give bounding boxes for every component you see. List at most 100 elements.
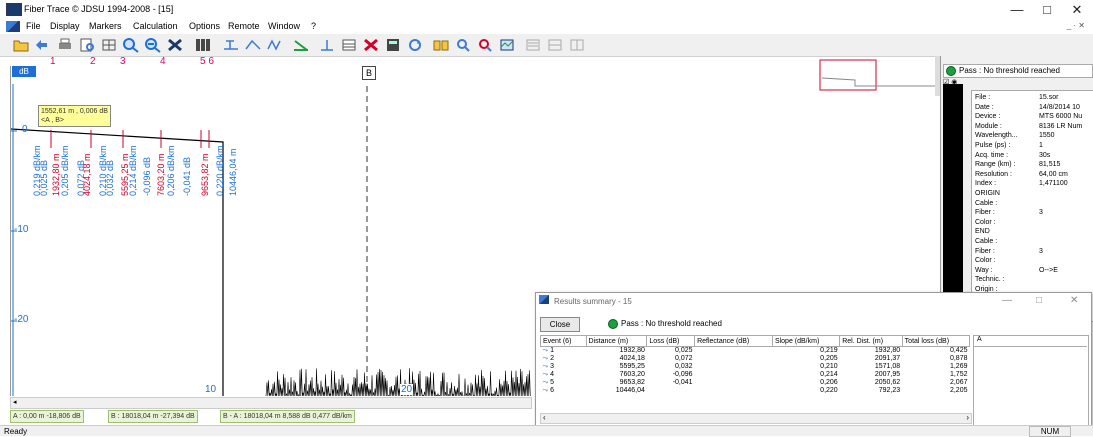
event-label: 0,220 dB/km bbox=[215, 145, 225, 196]
navigate-icon[interactable] bbox=[34, 37, 52, 53]
table-row[interactable]: ⤳ 5 9653,82 -0,041 0,206 2050,62 2,067 bbox=[541, 379, 970, 387]
event-label: 9653,82 m bbox=[200, 153, 210, 196]
calc-icon[interactable] bbox=[384, 37, 402, 53]
close-button[interactable]: ✕ bbox=[1063, 2, 1091, 18]
meta-value: 1 bbox=[1039, 142, 1043, 149]
slope-icon[interactable] bbox=[292, 37, 310, 53]
table-cell: 2,205 bbox=[949, 387, 968, 394]
print-icon[interactable] bbox=[56, 37, 74, 53]
maximize-button[interactable]: □ bbox=[1033, 2, 1061, 18]
results-side-panel: A bbox=[973, 335, 1089, 427]
marker-b-handle[interactable]: B bbox=[362, 66, 376, 80]
table-cell bbox=[647, 387, 695, 395]
menu-options[interactable]: Options bbox=[189, 21, 220, 31]
column-header[interactable]: Event (6) bbox=[540, 335, 587, 347]
table-cell: 1571,08 bbox=[874, 363, 901, 370]
preview-icon[interactable] bbox=[78, 37, 96, 53]
scroll-left-icon[interactable]: ◂ bbox=[13, 398, 17, 406]
menu-display[interactable]: Display bbox=[50, 21, 80, 31]
side-header: A bbox=[974, 336, 1087, 347]
table-cell bbox=[695, 379, 773, 387]
meta-key: Acq. time : bbox=[975, 151, 1009, 159]
column-header[interactable]: Rel. Dist. (m) bbox=[839, 335, 903, 347]
results-maximize-button[interactable]: □ bbox=[1036, 295, 1042, 306]
meta-key: Pulse (ps) : bbox=[975, 142, 1011, 149]
table-cell: 0,220 bbox=[820, 387, 838, 394]
marker-b-icon[interactable] bbox=[244, 37, 262, 53]
trace-overview[interactable] bbox=[760, 56, 940, 96]
grid3-icon[interactable] bbox=[568, 37, 586, 53]
menu-calculation[interactable]: Calculation bbox=[133, 21, 178, 31]
event-label: 0,032 dB bbox=[105, 159, 115, 196]
results-minimize-button[interactable]: — bbox=[1002, 295, 1012, 306]
table-icon[interactable] bbox=[340, 37, 358, 53]
table-cell: 0,878 bbox=[949, 355, 968, 362]
table-cell bbox=[695, 371, 773, 379]
menu-help[interactable]: ? bbox=[311, 21, 316, 31]
table-cell: 9653,82 bbox=[619, 379, 645, 386]
table-cell: 7603,20 bbox=[619, 371, 645, 378]
column-header[interactable]: Slope (dB/km) bbox=[771, 335, 841, 347]
table-cell: 0,214 bbox=[820, 371, 838, 378]
column-header[interactable]: Distance (m) bbox=[585, 335, 648, 347]
table-row[interactable]: ⤳ 2 4024,18 0,072 0,205 2091,37 0,878 bbox=[541, 355, 970, 363]
zoom-fit-icon[interactable] bbox=[476, 37, 494, 53]
horizontal-scrollbar[interactable]: ◂ bbox=[10, 397, 532, 409]
table-cell: 5595,25 bbox=[619, 363, 645, 370]
close-button[interactable]: Close bbox=[540, 317, 580, 332]
event-icon: ⤳ bbox=[542, 371, 549, 378]
menu-bar: File Display Markers Calculation Options… bbox=[0, 20, 1093, 34]
document-icon[interactable] bbox=[6, 21, 20, 32]
grid-icon[interactable] bbox=[100, 37, 118, 53]
menu-file[interactable]: File bbox=[26, 21, 41, 31]
mdi-controls[interactable]: _ · ✕ bbox=[1067, 21, 1085, 30]
zoom-out-icon[interactable] bbox=[144, 37, 162, 53]
meta-key: Cable : bbox=[975, 199, 998, 207]
zoom-in-icon[interactable] bbox=[122, 37, 140, 53]
overlay-icon[interactable] bbox=[498, 37, 516, 53]
y-axis-label: 0 bbox=[22, 124, 28, 135]
tools-icon[interactable] bbox=[166, 37, 184, 53]
column-header[interactable]: Loss (dB) bbox=[646, 335, 696, 347]
table-row[interactable]: ⤳ 6 10446,04 0,220 792,23 2,205 bbox=[541, 387, 970, 395]
refresh-icon[interactable] bbox=[406, 37, 424, 53]
splice-icon[interactable] bbox=[318, 37, 336, 53]
barcode-icon[interactable] bbox=[194, 37, 212, 53]
marker-a-icon[interactable] bbox=[222, 37, 240, 53]
event-icon: ⤳ bbox=[542, 347, 549, 354]
pass-text: Pass : No threshold reached bbox=[959, 66, 1060, 75]
table-cell: ⤳ 6 bbox=[542, 387, 554, 394]
event-label: 0,206 dB/km bbox=[166, 145, 176, 196]
event-label: 10446,04 m bbox=[228, 148, 238, 196]
marker-ab-icon[interactable] bbox=[266, 37, 284, 53]
results-close-icon[interactable]: ✕ bbox=[1070, 295, 1078, 306]
table-row[interactable]: ⤳ 3 5595,25 0,032 0,210 1571,08 1,269 bbox=[541, 363, 970, 371]
table-cell: 0,210 bbox=[820, 363, 838, 370]
scroll-left-icon[interactable]: ‹ bbox=[543, 413, 546, 422]
event-label: 0,205 dB/km bbox=[60, 145, 70, 196]
event-label: 7603,20 m bbox=[156, 153, 166, 196]
grid2-icon[interactable] bbox=[546, 37, 564, 53]
meta-key: Fiber : bbox=[975, 247, 995, 255]
minimize-button[interactable]: — bbox=[1003, 2, 1031, 18]
scroll-right-icon[interactable]: › bbox=[966, 413, 969, 422]
event-icon: ⤳ bbox=[542, 363, 549, 370]
delete-icon[interactable] bbox=[362, 37, 380, 53]
compare-icon[interactable] bbox=[432, 37, 450, 53]
event-label: -0,096 dB bbox=[142, 156, 152, 196]
table-cell bbox=[695, 387, 773, 395]
zoom-area-icon[interactable] bbox=[454, 37, 472, 53]
menu-remote[interactable]: Remote bbox=[228, 21, 260, 31]
y-axis-label: -10 bbox=[14, 224, 29, 235]
results-scrollbar[interactable]: ‹ › bbox=[540, 413, 972, 424]
column-header[interactable]: Reflectance (dB) bbox=[694, 335, 773, 347]
multi-trace-icon[interactable] bbox=[524, 37, 542, 53]
open-file-icon[interactable] bbox=[12, 37, 30, 53]
menu-window[interactable]: Window bbox=[268, 21, 300, 31]
table-row[interactable]: ⤳ 1 1932,80 0,025 0,219 1932,80 0,425 bbox=[541, 347, 970, 356]
menu-markers[interactable]: Markers bbox=[89, 21, 122, 31]
table-row[interactable]: ⤳ 4 7603,20 -0,096 0,214 2007,95 1,752 bbox=[541, 371, 970, 379]
results-table: Event (6) Distance (m) Loss (dB) Reflectanc… bbox=[540, 335, 971, 395]
app-icon bbox=[6, 3, 22, 16]
column-header[interactable]: Total loss (dB) bbox=[901, 335, 971, 347]
